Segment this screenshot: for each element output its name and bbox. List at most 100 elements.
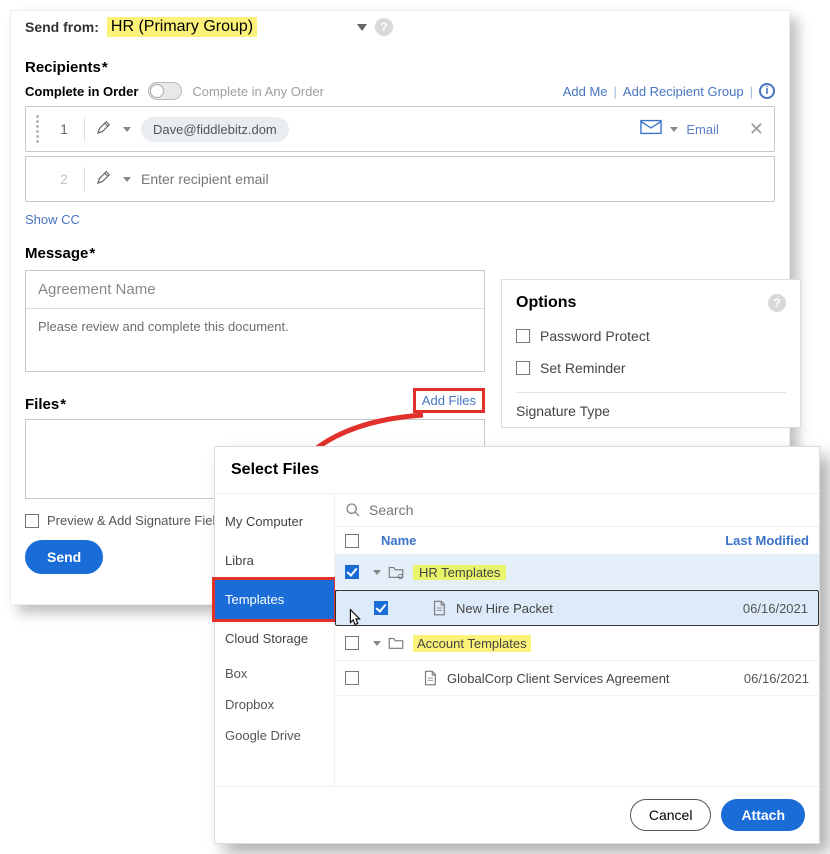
document-icon <box>421 669 439 687</box>
send-from-row: Send from: HR (Primary Group) ? <box>25 17 775 37</box>
checkbox[interactable] <box>516 361 530 375</box>
file-row-new-hire[interactable]: New Hire Packet 06/16/2021 <box>335 590 819 626</box>
pen-icon[interactable] <box>95 118 113 141</box>
recipient-email-input[interactable] <box>141 171 764 187</box>
dialog-footer: Cancel Attach <box>215 786 819 843</box>
checkbox[interactable] <box>345 565 359 579</box>
folder-icon <box>387 563 405 581</box>
sidebar-item-google-drive[interactable]: Google Drive <box>215 720 334 751</box>
remove-recipient-icon[interactable]: ✕ <box>749 119 764 140</box>
select-all-checkbox[interactable] <box>345 534 359 548</box>
folder-name: HR Templates <box>413 565 506 580</box>
order-toggle[interactable] <box>148 82 182 100</box>
separator: | <box>750 84 753 99</box>
send-from-label: Send from: <box>25 19 99 35</box>
files-title: Files <box>25 396 66 413</box>
folder-row-account-templates[interactable]: Account Templates <box>335 626 819 661</box>
dialog-main: Name Last Modified HR Templates New Hire… <box>335 494 819 786</box>
recipients-title: Recipients <box>25 59 775 76</box>
file-name: New Hire Packet <box>456 601 553 616</box>
chevron-down-icon[interactable] <box>373 641 381 646</box>
add-files-link[interactable]: Add Files <box>413 388 485 413</box>
options-title: Options ? <box>516 294 786 312</box>
options-panel: Options ? Password Protect Set Reminder … <box>501 279 801 428</box>
column-name[interactable]: Name <box>381 533 416 548</box>
chevron-down-icon[interactable] <box>123 177 131 182</box>
complete-any-order-label: Complete in Any Order <box>192 84 324 99</box>
select-files-dialog: Select Files My Computer Libra Templates… <box>214 446 820 844</box>
checkbox[interactable] <box>345 636 359 650</box>
search-row <box>335 494 819 526</box>
recipient-row: 1 Dave@fiddlebitz.dom Email ✕ <box>25 106 775 152</box>
set-reminder-option[interactable]: Set Reminder <box>516 360 786 376</box>
cursor-icon <box>344 607 366 629</box>
sidebar-item-templates[interactable]: Templates <box>212 577 337 622</box>
checkbox[interactable] <box>374 601 388 615</box>
show-cc-link[interactable]: Show CC <box>25 212 775 227</box>
sidebar-item-box[interactable]: Box <box>215 658 334 689</box>
envelope-icon <box>640 119 662 140</box>
folder-icon <box>387 634 405 652</box>
agreement-body-input[interactable]: Please review and complete this document… <box>26 309 484 371</box>
folder-name: Account Templates <box>413 635 531 652</box>
chevron-down-icon <box>670 127 678 132</box>
delivery-method-label: Email <box>686 122 719 137</box>
signature-type-label: Signature Type <box>516 403 786 419</box>
search-input[interactable] <box>369 502 809 518</box>
set-reminder-label: Set Reminder <box>540 360 626 376</box>
sidebar-item-my-computer[interactable]: My Computer <box>215 502 334 541</box>
add-recipient-group-link[interactable]: Add Recipient Group <box>623 84 744 99</box>
file-list: HR Templates New Hire Packet 06/16/2021 … <box>335 555 819 696</box>
document-icon <box>430 599 448 617</box>
preview-checkbox[interactable] <box>25 514 39 528</box>
recipient-row: 2 <box>25 156 775 202</box>
password-protect-option[interactable]: Password Protect <box>516 328 786 344</box>
divider <box>516 392 786 393</box>
divider <box>84 117 85 141</box>
chevron-down-icon[interactable] <box>123 127 131 132</box>
file-row-globalcorp[interactable]: GlobalCorp Client Services Agreement 06/… <box>335 661 819 696</box>
complete-in-order-label: Complete in Order <box>25 84 138 99</box>
drag-handle-icon[interactable] <box>36 115 44 143</box>
message-box: Agreement Name Please review and complet… <box>25 270 485 372</box>
dialog-sidebar: My Computer Libra Templates Cloud Storag… <box>215 494 335 786</box>
chevron-down-icon <box>357 24 367 31</box>
send-from-value: HR (Primary Group) <box>107 17 257 37</box>
dialog-title: Select Files <box>215 447 819 493</box>
recipient-number: 1 <box>54 121 74 137</box>
sidebar-item-cloud-storage[interactable]: Cloud Storage <box>215 619 334 658</box>
list-header: Name Last Modified <box>335 526 819 555</box>
help-icon[interactable]: ? <box>768 294 786 312</box>
recipient-links: Add Me | Add Recipient Group | i <box>563 83 775 99</box>
agreement-name-input[interactable]: Agreement Name <box>26 271 484 309</box>
chevron-down-icon[interactable] <box>373 570 381 575</box>
recipients-order-row: Complete in Order Complete in Any Order … <box>25 82 775 100</box>
attach-button[interactable]: Attach <box>721 799 805 831</box>
password-protect-label: Password Protect <box>540 328 650 344</box>
checkbox[interactable] <box>345 671 359 685</box>
file-name: GlobalCorp Client Services Agreement <box>447 671 670 686</box>
column-modified[interactable]: Last Modified <box>725 533 809 548</box>
files-header-row: Files Add Files <box>25 388 485 413</box>
help-icon[interactable]: ? <box>375 18 393 36</box>
add-me-link[interactable]: Add Me <box>563 84 608 99</box>
sidebar-item-dropbox[interactable]: Dropbox <box>215 689 334 720</box>
search-icon <box>345 502 361 518</box>
info-icon[interactable]: i <box>759 83 775 99</box>
message-title: Message <box>25 245 775 262</box>
send-button[interactable]: Send <box>25 540 103 574</box>
divider <box>84 167 85 191</box>
send-from-select[interactable]: HR (Primary Group) <box>107 17 367 37</box>
preview-label: Preview & Add Signature Fields <box>47 513 229 528</box>
recipient-number: 2 <box>54 171 74 187</box>
options-title-text: Options <box>516 294 576 312</box>
file-date: 06/16/2021 <box>743 601 808 616</box>
pen-icon[interactable] <box>95 168 113 191</box>
folder-row-hr-templates[interactable]: HR Templates <box>335 555 819 590</box>
checkbox[interactable] <box>516 329 530 343</box>
sidebar-item-library[interactable]: Libra <box>215 541 334 580</box>
recipient-email-chip[interactable]: Dave@fiddlebitz.dom <box>141 117 289 142</box>
separator: | <box>614 84 617 99</box>
cancel-button[interactable]: Cancel <box>630 799 712 831</box>
delivery-method[interactable]: Email <box>640 119 719 140</box>
